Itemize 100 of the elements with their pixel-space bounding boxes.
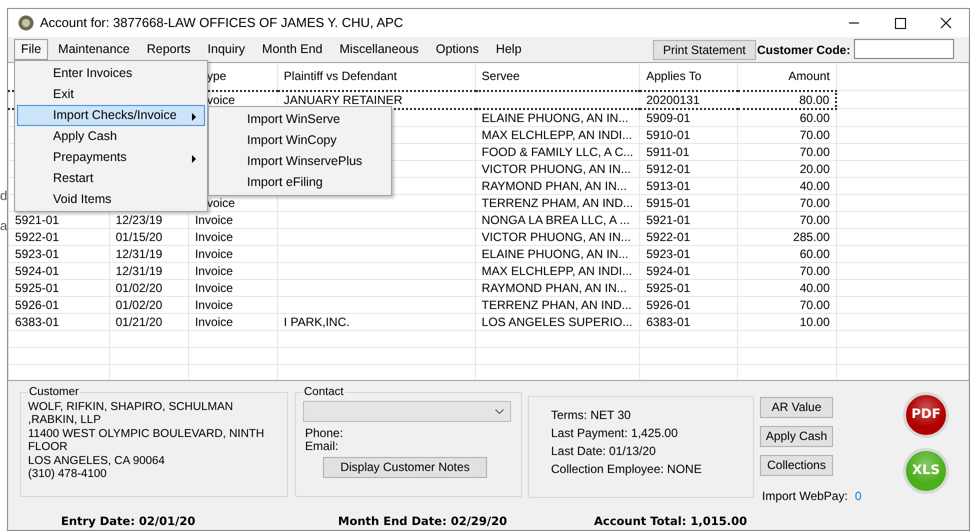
table-cell: 12/31/19 [116,264,162,278]
action-button[interactable]: Apply Cash [760,426,833,447]
table-cell: VICTOR PHUONG, AN IN... [482,162,631,176]
info-text: Terms: NET 30 [551,408,632,422]
status-text: Account Total: 1,015.00 [594,513,748,530]
menu-item[interactable]: Import Checks/Invoice [17,105,205,126]
menu-item[interactable]: Enter Invoices [17,63,205,84]
table-cell: TERRENZ PHAM, AN IND... [482,196,633,210]
address-line: 11400 WEST OLYMPIC BOULEVARD, NINTH FLOOR [28,428,266,455]
table-cell: 40.00 [800,280,830,295]
print-statement-button[interactable]: Print Statement [653,40,756,60]
table-cell: Invoice [194,298,233,312]
menu-item[interactable]: Restart [17,168,205,189]
table-cell: 70.00 [800,128,830,142]
menu-item[interactable]: Inquiry [200,38,252,60]
menu-item[interactable]: Options [428,38,486,60]
column-header[interactable]: Plaintiff vs Defendant [284,69,397,84]
menu-item[interactable]: Reports [140,38,198,60]
status-text: Month End Date: 02/29/20 [338,513,508,530]
table-cell: voice [206,196,235,210]
menu-item[interactable]: Exit [17,84,205,105]
table-cell: 5922-01 [15,230,60,244]
table-cell: 70.00 [800,144,830,159]
customer-code-label: Customer Code: [757,42,850,59]
table-cell: 20.00 [800,162,830,176]
table-cell: RAYMOND PHAN, AN IN... [482,280,627,295]
table-cell: voice [206,92,235,107]
menu-item[interactable]: Maintenance [51,38,137,60]
table-cell: 5924-01 [646,264,690,278]
table-cell: 01/21/20 [116,314,162,329]
table-cell: 5921-01 [646,212,690,227]
status-text: Entry Date: 02/01/20 [61,513,196,530]
menu-item[interactable]: Import WinCopy [211,130,389,151]
menu-item[interactable]: Import eFiling [211,172,389,193]
group-label: Contact [303,384,345,400]
table-cell: I PARK,INC. [284,314,350,329]
table-cell: 285.00 [793,230,830,244]
column-header[interactable]: Amount [788,69,830,84]
table-cell: 70.00 [800,196,830,210]
table-cell: 12/31/19 [116,246,162,261]
table-cell: 6383-01 [15,314,60,329]
menu-item[interactable]: Help [488,38,529,60]
table-cell: 5925-01 [646,280,690,295]
table-cell: 5923-01 [646,246,690,261]
menu-item[interactable]: File [14,38,48,60]
table-cell: 5922-01 [646,230,690,244]
table-cell: MAX ELCHLEPP, AN INDI... [482,128,632,142]
table-cell: ELAINE PHUONG, AN IN... [482,246,628,261]
background-text: d [0,187,8,205]
menu-item[interactable]: Miscellaneous [332,38,426,60]
menu-item[interactable]: Month End [255,38,330,60]
table-cell: LOS ANGELES SUPERIO... [482,314,632,329]
table-cell: 5911-01 [646,144,690,159]
table-cell: Invoice [194,314,233,329]
table-cell: 5923-01 [15,246,60,261]
table-cell: TERRENZ PHAN, AN IND... [482,298,632,312]
table-cell: 70.00 [800,212,830,227]
action-button[interactable]: Collections [760,454,833,476]
display-customer-notes-button[interactable]: Display Customer Notes [323,456,487,478]
window-title: Account for: 3877668-LAW OFFICES OF JAMES Y. CHU, APC [40,14,404,32]
table-cell: ELAINE PHUONG, AN IN... [482,110,628,125]
table-cell: 60.00 [800,110,830,125]
table-cell: 5913-01 [646,178,690,193]
address-line: WOLF, RIFKIN, SHAPIRO, SCHULMAN ,RABKIN, LLP [28,400,234,428]
table-cell: 5924-01 [15,264,60,278]
menu-item[interactable]: Prepayments [17,147,205,168]
column-header[interactable]: ype [206,69,226,84]
table-cell: NONGA LA BREA LLC, A ... [482,212,630,227]
table-cell: 5925-01 [15,280,60,295]
action-button[interactable]: AR Value [760,396,833,418]
chevron-down-icon [495,408,504,414]
app-icon [18,14,34,31]
customer-code-field[interactable] [854,38,954,59]
menu-item[interactable]: Import WinservePlus [211,151,389,172]
table-cell: 01/02/20 [116,298,162,312]
table-cell: 20200131 [646,92,700,107]
table-cell: 5926-01 [15,298,60,312]
info-text: Collection Employee: NONE [551,462,702,476]
menu-item[interactable]: Void Items [17,189,205,210]
table-cell: 01/15/20 [116,230,162,244]
info-text: Last Payment: 1,425.00 [551,426,679,440]
menu-item[interactable]: Import WinServe [211,109,389,130]
table-cell: JANUARY RETAINER [284,92,402,107]
column-header[interactable]: Servee [482,69,520,84]
table-cell: 70.00 [800,264,830,278]
table-cell: 5921-01 [15,212,60,227]
table-cell: 5912-01 [646,162,690,176]
table-cell: Invoice [194,246,233,261]
background-text: a [0,216,8,234]
email-label: Email: [305,440,340,453]
column-header[interactable]: Applies To [646,69,702,84]
table-cell: 70.00 [800,298,830,312]
table-cell: 12/23/19 [116,212,162,227]
import-webpay-label: Import WebPay: [762,488,848,505]
submenu-arrow-icon [192,113,196,121]
export-button[interactable]: PDF [903,392,949,438]
menu-item[interactable]: Apply Cash [17,126,205,147]
phone-label: Phone: [305,426,344,440]
table-cell: 5909-01 [646,110,690,125]
table-cell: Invoice [194,264,233,278]
